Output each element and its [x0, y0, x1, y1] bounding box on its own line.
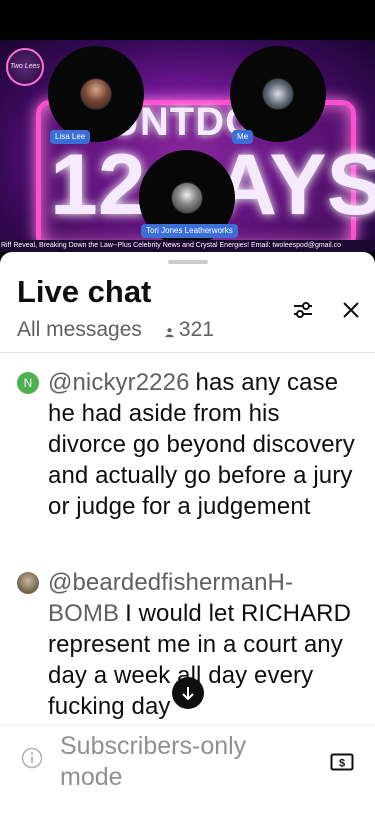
super-chat-button[interactable]: $: [325, 745, 359, 779]
close-chat-button[interactable]: [335, 294, 367, 326]
participant-avatar: [80, 78, 112, 110]
countdown-days-word: AYS: [215, 137, 375, 233]
video-player[interactable]: UNTDOW 12 AYS Two Lees Lisa Lee Me Tori …: [0, 40, 375, 252]
chat-filter-row: All messages 321: [17, 318, 214, 342]
show-logo: Two Lees: [6, 48, 44, 86]
message-text: @beardedfishermanH-BOMB I would let RICHA…: [48, 567, 359, 722]
chat-settings-button[interactable]: [287, 294, 319, 326]
chat-input-bar: Subscribers-only mode $: [0, 724, 375, 840]
participant-name-tag: Tori Jones Leatherworks: [141, 224, 238, 238]
chat-message-list[interactable]: N @nickyr2226 has any case he had aside f…: [0, 352, 375, 724]
participant-avatar: [171, 182, 203, 214]
info-icon[interactable]: [21, 747, 43, 769]
participant-cam-me: [230, 46, 326, 142]
chat-title: Live chat: [17, 274, 152, 309]
live-chat-panel: Live chat All messages 321 N @nickyr2226…: [0, 252, 375, 840]
participant-name-tag: Me: [232, 130, 254, 144]
subscribers-only-mode-notice: Subscribers-only mode: [60, 732, 247, 791]
dollar-bill-icon: $: [330, 753, 354, 771]
countdown-number: 12: [50, 137, 146, 233]
close-icon: [343, 302, 359, 318]
news-ticker: Riff Reveal, Breaking Down the Law--Plus…: [0, 240, 375, 252]
arrow-down-icon: [182, 687, 194, 701]
viewer-count: 321: [178, 318, 214, 341]
participant-avatar: [262, 78, 294, 110]
scroll-to-bottom-button[interactable]: [172, 677, 204, 709]
chat-filter-dropdown[interactable]: All messages: [17, 318, 142, 342]
drag-handle[interactable]: [168, 260, 208, 264]
svg-text:$: $: [339, 758, 345, 770]
message-text: @nickyr2226 has any case he had aside fro…: [48, 367, 359, 522]
message-author[interactable]: @nickyr2226: [48, 369, 190, 396]
participant-name-tag: Lisa Lee: [50, 130, 91, 144]
participant-cam-lisa-lee: [48, 46, 144, 142]
avatar[interactable]: N: [17, 372, 39, 394]
viewers-icon: [165, 327, 174, 337]
sliders-icon: [294, 302, 312, 318]
avatar[interactable]: [17, 572, 39, 594]
